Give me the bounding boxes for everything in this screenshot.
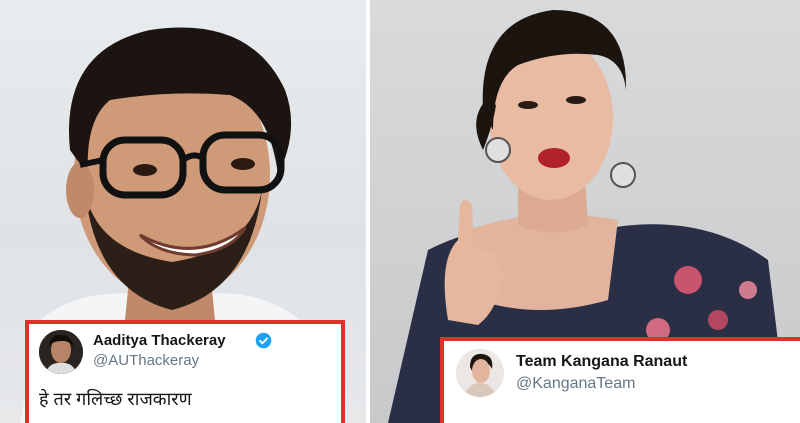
tweet-text: हे तर गलिच्छ राजकारण (39, 389, 192, 409)
avatar-aaditya-image (39, 330, 83, 374)
tweet-card-kangana-team[interactable]: Team Kangana Ranaut @KanganaTeam (440, 337, 800, 423)
photo-divider (366, 0, 370, 423)
avatar-kangana-team-image (456, 349, 504, 397)
tweet-author-handle[interactable]: @AUThackeray (93, 352, 199, 369)
tweet-author-name[interactable]: Aaditya Thackeray (93, 332, 226, 349)
tweet-author-handle[interactable]: @KanganaTeam (516, 375, 635, 393)
avatar-aaditya[interactable] (39, 330, 83, 374)
tweet-author-name[interactable]: Team Kangana Ranaut (516, 353, 687, 371)
tweet-card-aaditya[interactable]: Aaditya Thackeray @AUThackeray हे तर गलि… (25, 320, 345, 423)
verified-badge-icon (255, 332, 272, 349)
avatar-kangana-team[interactable] (456, 349, 504, 397)
